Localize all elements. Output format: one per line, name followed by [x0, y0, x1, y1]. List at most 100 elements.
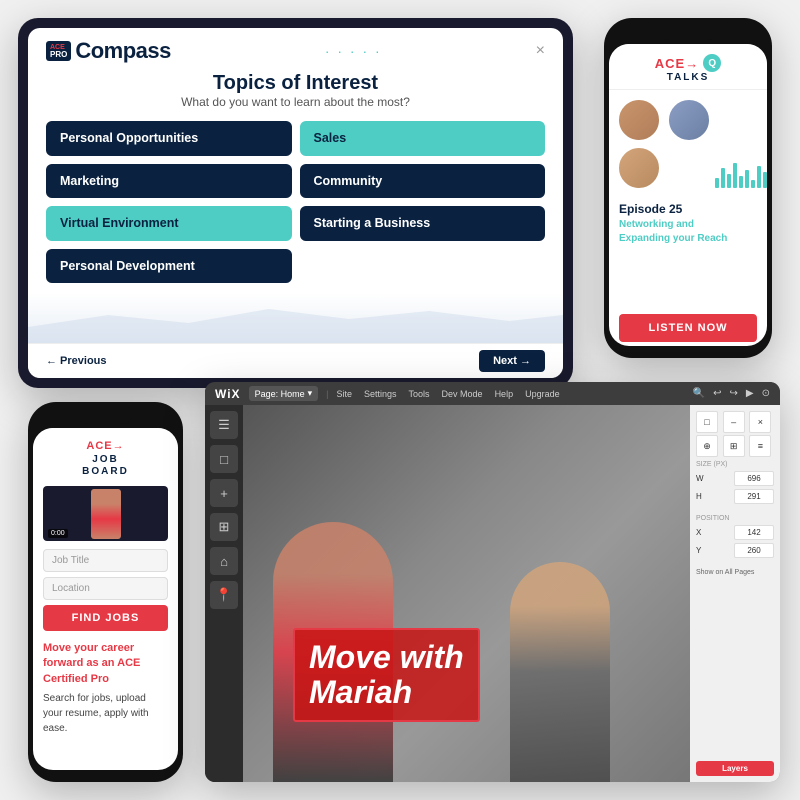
search-icon[interactable]: 🔍 — [693, 388, 705, 399]
publish-icon[interactable]: ⊙ — [762, 388, 770, 399]
tablet-footer: ← Previous Next → — [28, 343, 563, 378]
ace-talks-avatars — [609, 90, 767, 198]
promo-body: Search for jobs, upload your resume, app… — [43, 691, 168, 736]
previous-button[interactable]: ← Previous — [46, 355, 107, 367]
video-person — [91, 489, 121, 539]
tool-add[interactable]: + — [210, 479, 238, 507]
job-board-header: ACE→ JOBBOARD — [33, 428, 178, 486]
right-panel-icons: □ – × ⊕ ⊞ ≡ — [696, 411, 774, 457]
menu-devmode[interactable]: Dev Mode — [442, 389, 483, 399]
size-section: Size (px) W 696 H 291 — [696, 461, 774, 507]
find-jobs-button[interactable]: FIND JOBS — [43, 605, 168, 631]
tablet-device: ACEPRO Compass · · · · · × Topics of Int… — [18, 18, 573, 388]
x-value[interactable]: 142 — [734, 525, 774, 540]
mountain-background — [28, 293, 563, 343]
listen-now-button[interactable]: LISTEN NOW — [619, 314, 757, 342]
width-row: W 696 — [696, 471, 774, 486]
talks-sub-label: TALKS — [619, 72, 757, 83]
panel-icon-1[interactable]: □ — [696, 411, 718, 433]
tool-location[interactable]: 📍 — [210, 581, 238, 609]
show-all-label: Show on All Pages — [696, 569, 774, 576]
width-value[interactable]: 696 — [734, 471, 774, 486]
topics-heading: Topics of Interest — [28, 72, 563, 95]
menu-site[interactable]: Site — [336, 389, 352, 399]
height-label: H — [696, 492, 702, 501]
ace-text: ACE→ — [655, 56, 699, 71]
tablet-header: ACEPRO Compass · · · · · × — [28, 28, 563, 68]
menu-help[interactable]: Help — [495, 389, 514, 399]
talks-q-icon: Q — [703, 54, 721, 72]
tool-apps[interactable]: ⊞ — [210, 513, 238, 541]
phone-notch-right — [658, 26, 718, 40]
topic-personal-development[interactable]: Personal Development — [46, 249, 292, 284]
layers-tab[interactable]: Layers — [696, 761, 774, 776]
undo-icon[interactable]: ↩ — [713, 388, 721, 399]
promo-heading: Move your career forward as an ACE Certi… — [43, 641, 168, 687]
wix-menu-items: Site Settings Tools Dev Mode Help Upgrad… — [336, 389, 559, 399]
topics-grid: Personal Opportunities Sales Marketing C… — [28, 111, 563, 293]
redo-icon[interactable]: ↪ — [730, 388, 738, 399]
job-board-label: JOBBOARD — [43, 454, 168, 478]
video-timestamp: 0:00 — [48, 529, 68, 538]
wix-right-panel: □ – × ⊕ ⊞ ≡ Size (px) W 696 H 291 Positi — [690, 405, 780, 782]
topic-virtual-environment[interactable]: Virtual Environment — [46, 206, 292, 241]
text-overlay-box[interactable]: Move with Mariah — [293, 628, 480, 722]
x-row: X 142 — [696, 525, 774, 540]
ace-talks-logo: ACE→ Q — [619, 54, 757, 72]
close-icon[interactable]: × — [536, 42, 545, 60]
width-label: W — [696, 474, 704, 483]
preview-icon[interactable]: ▶ — [746, 388, 754, 399]
phone-notch-left — [78, 410, 133, 424]
y-value[interactable]: 260 — [734, 543, 774, 558]
job-title-field[interactable]: Job Title — [43, 549, 168, 572]
avatar-female-1 — [617, 98, 661, 142]
size-label: Size (px) — [696, 461, 774, 468]
job-video-thumbnail[interactable]: 0:00 — [43, 486, 168, 541]
episode-info: Episode 25 Networking andExpanding your … — [609, 198, 767, 310]
progress-dots: · · · · · — [325, 43, 382, 59]
wix-canvas: Move with Mariah — [243, 405, 690, 782]
avatar-male-1 — [667, 98, 711, 142]
topic-marketing[interactable]: Marketing — [46, 164, 292, 199]
topic-community[interactable]: Community — [300, 164, 546, 199]
next-button[interactable]: Next → — [479, 350, 545, 372]
tablet-screen: ACEPRO Compass · · · · · × Topics of Int… — [28, 28, 563, 378]
tool-pages[interactable]: □ — [210, 445, 238, 473]
panel-icon-2[interactable]: – — [723, 411, 745, 433]
topics-subtitle: What do you want to learn about the most… — [28, 95, 563, 109]
wix-editor: WiX Page: Home ▾ | Site Settings Tools D… — [205, 382, 780, 782]
phone-left-screen: ACE→ JOBBOARD 0:00 Job Title Location FI… — [33, 428, 178, 770]
location-field[interactable]: Location — [43, 577, 168, 600]
tool-home[interactable]: ⌂ — [210, 547, 238, 575]
menu-tools[interactable]: Tools — [409, 389, 430, 399]
panel-icon-5[interactable]: ⊞ — [723, 435, 745, 457]
topic-starting-business[interactable]: Starting a Business — [300, 206, 546, 241]
ace-job-logo: ACE→ — [43, 440, 168, 452]
phone-left-device: ACE→ JOBBOARD 0:00 Job Title Location FI… — [28, 402, 183, 782]
tablet-title-area: Topics of Interest What do you want to l… — [28, 68, 563, 111]
panel-icon-3[interactable]: × — [749, 411, 771, 433]
topic-sales[interactable]: Sales — [300, 121, 546, 156]
show-all-section: Show on All Pages — [696, 569, 774, 576]
job-promo-text: Move your career forward as an ACE Certi… — [33, 641, 178, 770]
topic-personal-opportunities[interactable]: Personal Opportunities — [46, 121, 292, 156]
tool-menu[interactable]: ☰ — [210, 411, 238, 439]
panel-icon-6[interactable]: ≡ — [749, 435, 771, 457]
gym-person-2 — [510, 562, 610, 782]
panel-icon-4[interactable]: ⊕ — [696, 435, 718, 457]
wix-main-area: ☰ □ + ⊞ ⌂ 📍 Move with Mariah □ – × ⊕ — [205, 405, 780, 782]
menu-upgrade[interactable]: Upgrade — [525, 389, 560, 399]
episode-number: Episode 25 — [619, 202, 757, 218]
position-label: Position — [696, 515, 774, 522]
compass-logo: ACEPRO Compass — [46, 38, 171, 64]
height-value[interactable]: 291 — [734, 489, 774, 504]
canvas-text: Move with Mariah — [309, 640, 464, 710]
wix-topbar: WiX Page: Home ▾ | Site Settings Tools D… — [205, 382, 780, 405]
page-selector[interactable]: Page: Home ▾ — [249, 386, 319, 401]
chevron-down-icon: ▾ — [308, 388, 313, 399]
page-selector-label: Page: Home — [255, 389, 305, 399]
phone-right-device: ACE→ Q TALKS — [604, 18, 772, 358]
x-label: X — [696, 528, 701, 537]
menu-settings[interactable]: Settings — [364, 389, 397, 399]
compass-logo-text: Compass — [75, 38, 171, 64]
